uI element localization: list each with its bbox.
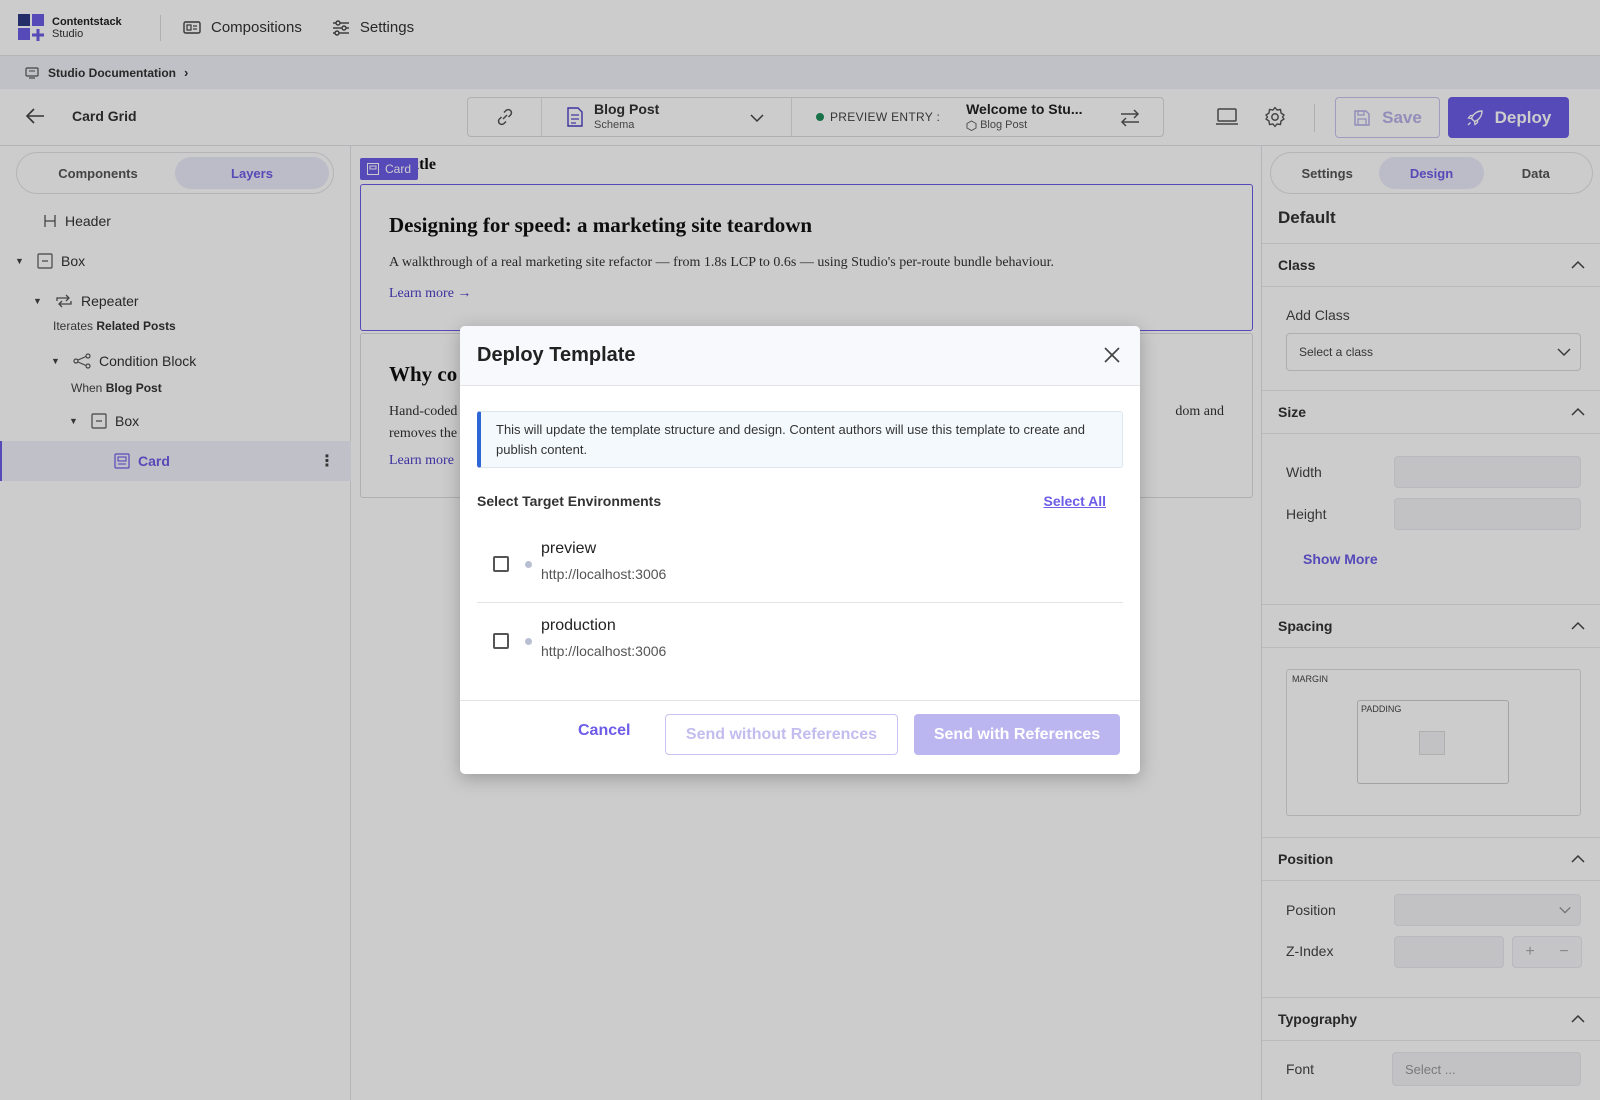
environment-status-dot — [525, 561, 532, 568]
dialog-footer: Cancel Send without References Send with… — [460, 700, 1140, 774]
environment-name: production — [541, 617, 616, 634]
environment-checkbox-production[interactable] — [493, 633, 509, 649]
select-all-link[interactable]: Select All — [1043, 493, 1106, 509]
cancel-button[interactable]: Cancel — [578, 722, 630, 740]
deploy-notice: This will update the template structure … — [477, 411, 1123, 468]
close-icon — [1104, 347, 1120, 363]
close-button[interactable] — [1103, 346, 1121, 369]
environment-url: http://localhost:3006 — [541, 566, 667, 582]
environment-row-production[interactable]: production http://localhost:3006 — [477, 604, 1123, 680]
environment-name: preview — [541, 540, 597, 557]
dialog-header: Deploy Template — [460, 326, 1140, 386]
environment-status-dot — [525, 638, 532, 645]
deploy-template-dialog: Deploy Template This will update the tem… — [460, 326, 1140, 774]
send-with-references-button[interactable]: Send with References — [914, 714, 1120, 755]
environment-checkbox-preview[interactable] — [493, 556, 509, 572]
environments-heading: Select Target Environments — [477, 493, 662, 509]
environment-row-preview[interactable]: preview http://localhost:3006 — [477, 527, 1123, 603]
environment-url: http://localhost:3006 — [541, 643, 667, 659]
send-without-references-button[interactable]: Send without References — [665, 714, 898, 755]
dialog-title: Deploy Template — [477, 344, 636, 366]
